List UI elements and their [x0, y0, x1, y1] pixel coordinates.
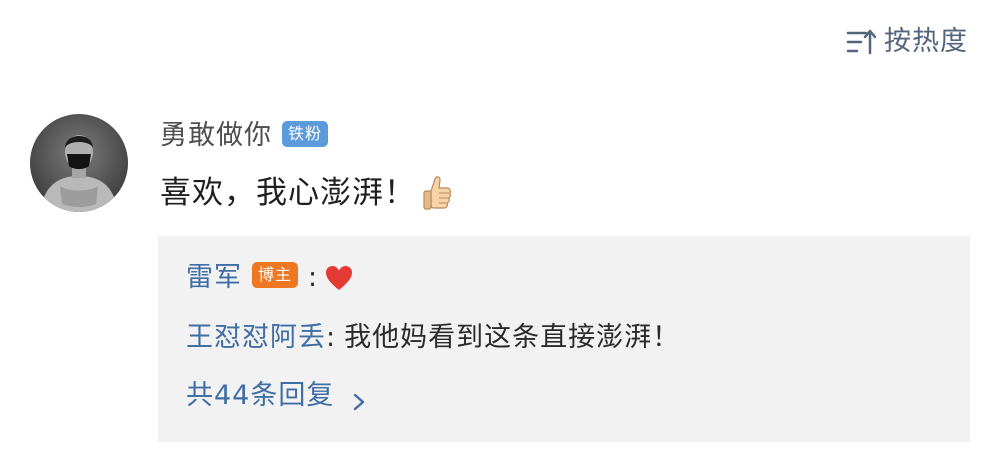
more-replies-label[interactable]: 共44条回复 — [186, 376, 334, 416]
reply-author[interactable]: 王怼怼阿丢 — [186, 318, 326, 358]
comment-username-row: 勇敢做你 铁粉 — [160, 116, 329, 156]
comment-username[interactable]: 勇敢做你 — [160, 120, 272, 151]
reply-author[interactable]: 雷军 — [186, 258, 242, 298]
host-badge: 博主 — [252, 262, 299, 288]
reply-item: 王怼怼阿丢 : 我他妈看到这条直接澎湃！ — [186, 318, 680, 358]
reply-container[interactable]: 雷军 博主 : 王怼怼阿丢 : 我他妈看到这条直接澎湃！ 共44条回复 — [158, 236, 970, 442]
fan-badge: 铁粉 — [282, 120, 329, 147]
sort-label: 按热度 — [884, 26, 968, 57]
sort-icon — [846, 27, 877, 57]
sort-by-hot-button[interactable]: 按热度 — [846, 24, 968, 60]
reply-text: 我他妈看到这条直接澎湃！ — [344, 322, 681, 353]
heart-icon — [324, 264, 354, 292]
thumbs-up-icon — [422, 173, 452, 213]
reply-separator: : — [308, 262, 319, 293]
more-replies-link[interactable]: 共44条回复 — [186, 376, 368, 416]
comment-text: 喜欢，我心澎湃！ — [160, 175, 416, 211]
reply-item: 雷军 博主 : — [186, 258, 354, 298]
comment-body: 喜欢，我心澎湃！ — [160, 170, 452, 216]
chevron-right-icon — [350, 385, 368, 411]
user-avatar[interactable] — [30, 114, 128, 212]
reply-separator: : — [326, 322, 337, 353]
